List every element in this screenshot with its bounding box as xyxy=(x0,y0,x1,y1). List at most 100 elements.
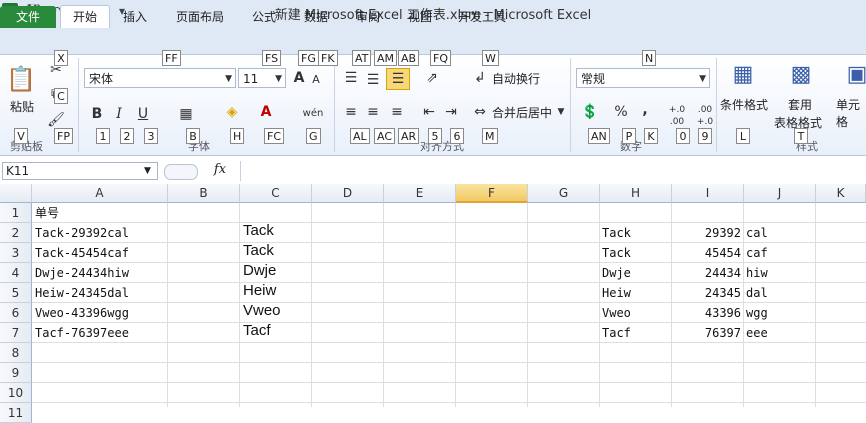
cell-i4[interactable]: 24434 xyxy=(672,263,741,283)
tab-review[interactable]: 审阅 xyxy=(348,6,388,28)
cell-i7[interactable]: 76397 xyxy=(672,323,741,343)
font-color-icon[interactable]: A xyxy=(256,102,276,122)
insert-function-button[interactable]: fx xyxy=(200,160,240,180)
row-header[interactable]: 5 xyxy=(0,283,32,303)
conditional-format-icon[interactable]: ▦ xyxy=(728,60,758,90)
font-name-combo[interactable]: 宋体 ▼ xyxy=(84,68,236,88)
cell-h4[interactable]: Dwje xyxy=(602,263,631,283)
cell-i3[interactable]: 45454 xyxy=(672,243,741,263)
shrink-font-icon[interactable]: A xyxy=(308,70,324,90)
italic-button[interactable]: I xyxy=(110,104,128,124)
cell-a4[interactable]: Dwje-24434hiw xyxy=(35,263,129,283)
cell-a6[interactable]: Vweo-43396wgg xyxy=(35,303,129,323)
column-header-c[interactable]: C xyxy=(240,184,312,203)
fill-color-icon[interactable]: ◈ xyxy=(222,102,242,122)
cell-a5[interactable]: Heiw-24345dal xyxy=(35,283,129,303)
borders-icon[interactable]: ▦ xyxy=(176,104,196,124)
number-format-combo[interactable]: 常规 ▼ xyxy=(576,68,710,88)
cell-h7[interactable]: Tacf xyxy=(602,323,631,343)
row-header[interactable]: 4 xyxy=(0,263,32,283)
align-right-icon[interactable]: ≡ xyxy=(388,102,406,122)
orientation-icon[interactable]: ⇗ xyxy=(420,68,444,88)
tab-data[interactable]: 数据 xyxy=(296,6,336,28)
tab-insert[interactable]: 插入 xyxy=(114,6,156,28)
cell-i5[interactable]: 24345 xyxy=(672,283,741,303)
paste-label[interactable]: 粘贴 xyxy=(10,98,34,115)
tab-formulas[interactable]: 公式 xyxy=(244,6,284,28)
column-header-f[interactable]: F xyxy=(456,184,528,203)
accounting-format-icon[interactable]: 💲 xyxy=(580,102,600,122)
tab-home[interactable]: 开始 xyxy=(60,5,110,28)
row-header[interactable]: 11 xyxy=(0,403,32,423)
conditional-format-button[interactable]: 条件格式 xyxy=(720,96,768,113)
column-header-b[interactable]: B xyxy=(168,184,240,203)
underline-button[interactable]: U xyxy=(134,104,152,124)
phonetic-icon[interactable]: wén xyxy=(298,104,328,124)
cell-c7[interactable]: Tacf xyxy=(243,321,271,341)
tab-file[interactable]: 文件 xyxy=(0,6,56,28)
cell-h3[interactable]: Tack xyxy=(602,243,631,263)
cell-c5[interactable]: Heiw xyxy=(243,281,276,301)
align-top-icon[interactable]: ☰ xyxy=(342,68,360,88)
row-header[interactable]: 9 xyxy=(0,363,32,383)
column-header-g[interactable]: G xyxy=(528,184,600,203)
row-header[interactable]: 3 xyxy=(0,243,32,263)
row-header[interactable]: 2 xyxy=(0,223,32,243)
cell-a7[interactable]: Tacf-76397eee xyxy=(35,323,129,343)
bold-button[interactable]: B xyxy=(88,104,106,124)
select-all-corner[interactable] xyxy=(0,184,32,203)
cell-j6[interactable]: wgg xyxy=(746,303,768,323)
column-header-k[interactable]: K xyxy=(816,184,866,203)
column-header-a[interactable]: A xyxy=(32,184,168,203)
formula-input[interactable] xyxy=(240,161,866,181)
column-header-h[interactable]: H xyxy=(600,184,672,203)
align-center-icon[interactable]: ≡ xyxy=(364,102,382,122)
column-header-j[interactable]: J xyxy=(744,184,816,203)
format-painter-icon[interactable]: 🖌 xyxy=(46,110,66,130)
decrease-indent-icon[interactable]: ⇤ xyxy=(420,102,438,122)
increase-indent-icon[interactable]: ⇥ xyxy=(442,102,460,122)
name-box-dropdown-icon[interactable]: ▼ xyxy=(144,163,151,179)
increase-decimal-button[interactable]: +.0 .00 xyxy=(664,104,690,128)
cell-j3[interactable]: caf xyxy=(746,243,768,263)
cell-j5[interactable]: dal xyxy=(746,283,768,303)
merge-dropdown-icon[interactable]: ▼ xyxy=(556,102,566,122)
font-size-combo[interactable]: 11 ▼ xyxy=(238,68,286,88)
cell-i2[interactable]: 29392 xyxy=(672,223,741,243)
column-header-e[interactable]: E xyxy=(384,184,456,203)
cell-a1[interactable]: 单号 xyxy=(35,203,59,223)
decrease-decimal-button[interactable]: .00 +.0 xyxy=(692,104,718,128)
tab-view[interactable]: 视图 xyxy=(400,6,440,28)
comma-button[interactable]: , xyxy=(638,100,652,120)
cell-j2[interactable]: cal xyxy=(746,223,768,243)
wrap-text-button[interactable]: 自动换行 xyxy=(492,70,540,87)
cell-i6[interactable]: 43396 xyxy=(672,303,741,323)
wrap-text-icon[interactable]: ↲ xyxy=(472,68,488,88)
cell-j7[interactable]: eee xyxy=(746,323,768,343)
cell-a3[interactable]: Tack-45454caf xyxy=(35,243,129,263)
row-header[interactable]: 6 xyxy=(0,303,32,323)
column-header-i[interactable]: I xyxy=(672,184,744,203)
align-middle-icon[interactable]: ☰ xyxy=(364,70,382,90)
cell-j4[interactable]: hiw xyxy=(746,263,768,283)
format-as-table-icon[interactable]: ▩ xyxy=(786,60,816,90)
column-header-d[interactable]: D xyxy=(312,184,384,203)
cell-a2[interactable]: Tack-29392cal xyxy=(35,223,129,243)
percent-button[interactable]: % xyxy=(612,102,630,122)
formula-bar-divider-handle[interactable] xyxy=(164,164,198,180)
cell-styles-icon[interactable]: ▣ xyxy=(846,60,866,90)
cell-c3[interactable]: Tack xyxy=(243,241,274,261)
row-header[interactable]: 7 xyxy=(0,323,32,343)
merge-center-button[interactable]: 合并后居中 xyxy=(492,104,552,121)
row-header[interactable]: 1 xyxy=(0,203,32,223)
cell-c6[interactable]: Vweo xyxy=(243,301,281,321)
tab-developer[interactable]: 开发工具 xyxy=(452,6,512,28)
cell-styles-button[interactable]: 单元格 xyxy=(836,96,866,130)
cell-c4[interactable]: Dwje xyxy=(243,261,276,281)
merge-icon[interactable]: ⇔ xyxy=(472,102,488,122)
row-header[interactable]: 8 xyxy=(0,343,32,363)
grow-font-icon[interactable]: A xyxy=(290,68,308,88)
paste-icon[interactable]: 📋 xyxy=(6,62,36,96)
tab-page-layout[interactable]: 页面布局 xyxy=(172,6,228,28)
align-bottom-icon[interactable]: ☰ xyxy=(386,68,410,90)
